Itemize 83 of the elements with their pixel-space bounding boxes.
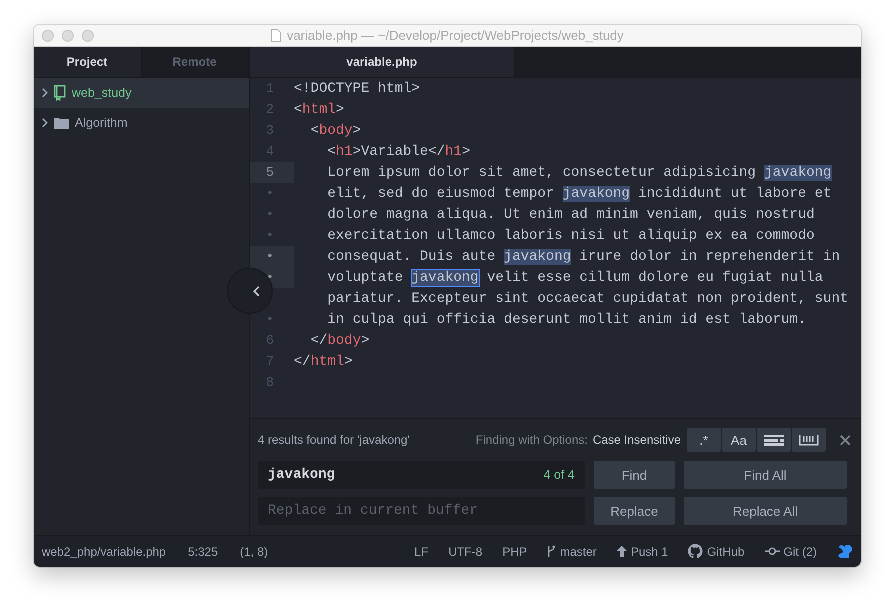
code-text: irure dolor in reprehenderit in	[580, 248, 840, 264]
search-match: javakong	[764, 164, 832, 180]
status-item[interactable]: UTF-8	[448, 544, 483, 558]
code-text: consequat. Duis aute	[328, 248, 497, 264]
code-text: velit esse cillum dolore eu fugiat nulla	[487, 270, 824, 286]
code-text: >	[462, 144, 470, 160]
replace-button[interactable]: Replace	[594, 497, 675, 525]
line-number: •	[265, 311, 275, 329]
tree-item[interactable]: Algorithm	[34, 108, 249, 138]
folder-icon	[54, 117, 69, 129]
code-text: >	[352, 122, 362, 138]
book-icon	[54, 85, 66, 101]
whole-word-option-button[interactable]	[792, 428, 826, 452]
replace-button[interactable]: Replace All	[684, 497, 847, 525]
search-match: javakong	[504, 248, 572, 264]
status-text: 5:325	[188, 544, 218, 558]
code-text: >	[361, 332, 370, 348]
arrow-up-icon	[616, 546, 627, 557]
panel-tab[interactable]: Project	[34, 47, 142, 77]
tag-name: h1	[336, 144, 353, 160]
tag-name: html	[302, 102, 336, 118]
line-number: •	[265, 227, 275, 245]
case-option-button[interactable]: Aa	[722, 428, 756, 452]
whole-word-icon	[799, 434, 819, 446]
tree-item-label: web_study	[72, 86, 132, 100]
status-item[interactable]: master	[560, 544, 597, 558]
line-number: •	[250, 246, 294, 267]
options-label: Finding with Options:	[476, 433, 588, 447]
code-text: pariatur. Excepteur sint occaecat cupidatat non proident, sunt	[328, 290, 848, 306]
status-item[interactable]: Push 1	[630, 544, 668, 558]
code-text: <	[294, 102, 302, 118]
status-text: web2_php/variable.php	[42, 544, 166, 558]
code-text: >	[344, 354, 353, 370]
results-summary: 4 results found for 'javakong'	[258, 433, 412, 447]
search-match: javakong	[562, 186, 630, 202]
line-number: 5	[250, 162, 294, 183]
status-text: (1, 8)	[240, 544, 268, 558]
code-text: <	[310, 122, 320, 138]
line-number: •	[265, 185, 275, 203]
code-text: >Variable</	[352, 144, 446, 160]
tree-item-label: Algorithm	[75, 116, 128, 130]
branch-icon	[547, 545, 556, 558]
replace-field[interactable]: Replace in current buffer	[258, 497, 585, 525]
chevron-right-icon	[41, 88, 48, 98]
regex-option-button[interactable]: .*	[687, 428, 721, 452]
tag-name: body	[319, 122, 353, 138]
code-text: incididunt ut labore et	[638, 186, 832, 202]
document-icon	[271, 29, 282, 42]
code-text: dolore magna aliqua. Ut enim ad minim veniam, quis nostrud	[328, 206, 815, 222]
line-number: •	[265, 206, 275, 224]
code-text: </	[294, 354, 311, 370]
find-button[interactable]: Find All	[684, 461, 847, 489]
tag-name: html	[310, 354, 344, 370]
find-button[interactable]: Find	[594, 461, 675, 489]
options-value: Case Insensitive	[592, 433, 681, 447]
file-tab[interactable]: variable.php	[250, 47, 515, 77]
selection-icon	[764, 434, 784, 446]
close-icon	[840, 434, 851, 446]
code-text: >	[336, 102, 344, 118]
selection-option-button[interactable]	[757, 428, 791, 452]
window-title: variable.php — ~/Develop/Project/WebProjects/web_study	[287, 28, 624, 43]
tree-item[interactable]: web_study	[34, 78, 249, 108]
code-text: Lorem ipsum dolor sit amet, consectetur adipisicing	[328, 164, 758, 180]
code-text: in culpa qui officia deserunt mollit anim id est laborum.	[328, 312, 806, 328]
code-text: <!DOCTYPE html>	[294, 80, 420, 96]
match-count: 4 of 4	[544, 468, 575, 482]
current-search-match: javakong	[412, 270, 479, 286]
code-text: </	[310, 332, 328, 348]
code-text: exercitation ullamco laboris nisi ut aliquip ex ea commodo	[328, 228, 815, 244]
close-button[interactable]	[838, 434, 853, 446]
status-item[interactable]: PHP	[502, 544, 528, 558]
code-text: elit, sed do eiusmod tempor	[328, 186, 556, 202]
tag-name: h1	[445, 144, 462, 160]
commit-icon	[764, 547, 780, 556]
status-item[interactable]: GitHub	[707, 544, 745, 558]
status-item[interactable]: Git (2)	[784, 544, 817, 558]
code-text: voluptate	[328, 270, 404, 286]
chevron-right-icon	[41, 118, 48, 128]
github-icon	[688, 544, 704, 559]
chevron-left-icon	[253, 286, 260, 296]
code-text: <	[328, 144, 336, 160]
tag-name: body	[328, 332, 362, 348]
status-item[interactable]: LF	[414, 544, 429, 558]
